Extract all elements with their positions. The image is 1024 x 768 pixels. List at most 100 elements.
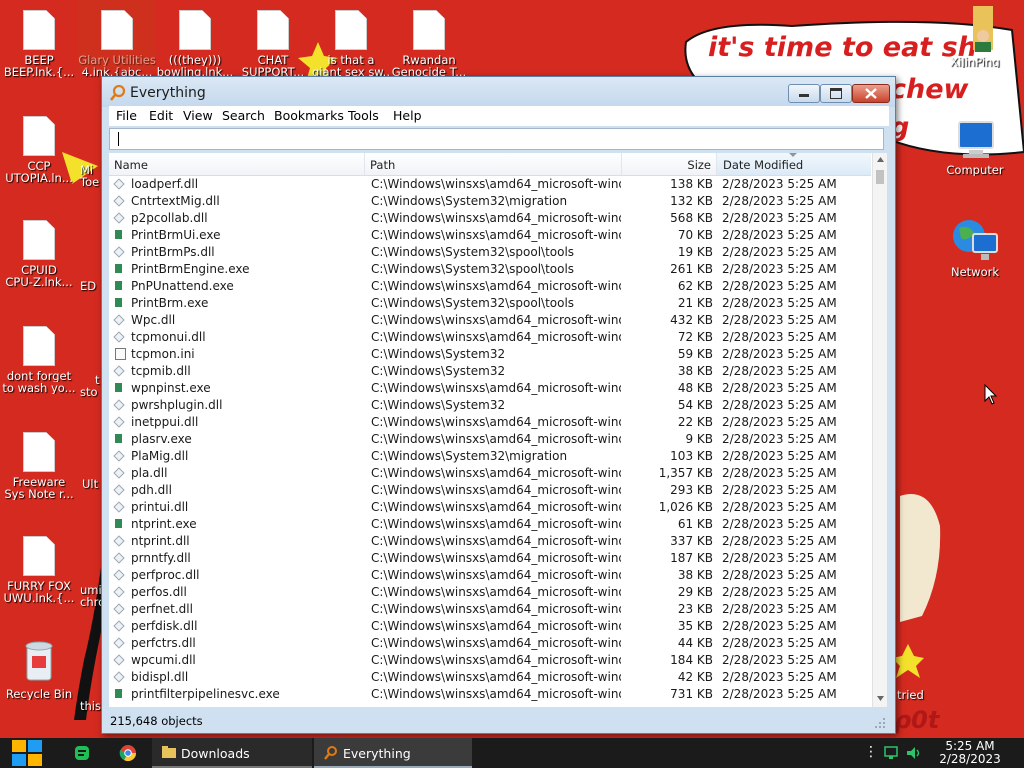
status-text: 215,648 objects [110, 714, 203, 728]
table-row[interactable]: plasrv.exe C:\Windows\winsxs\amd64_micros… [109, 431, 871, 448]
column-separator[interactable] [364, 153, 365, 175]
column-header-size[interactable]: Size [621, 158, 711, 172]
start-button[interactable] [0, 738, 52, 768]
menu-file[interactable]: File [116, 108, 137, 123]
desktop-icon-col2-1[interactable]: Mi Toe [80, 164, 99, 188]
column-header-path[interactable]: Path [370, 158, 395, 172]
desktop-icon-ccp-utopia[interactable]: CCP UTOPIA.ln... [0, 116, 78, 184]
menu-help[interactable]: Help [393, 108, 422, 123]
table-row[interactable]: pdh.dll C:\Windows\winsxs\amd64_microsoft… [109, 482, 871, 499]
desktop-icon-glary-utilities[interactable]: Glary Utilities 4.lnk.{abc... [78, 0, 156, 78]
table-row[interactable]: tcpmonui.dll C:\Windows\winsxs\amd64_micr… [109, 329, 871, 346]
taskbar-downloads[interactable]: Downloads [152, 738, 312, 768]
results-list[interactable]: Name Path Size Date Modified loadperf.dl… [109, 153, 887, 707]
volume-icon[interactable] [906, 746, 922, 760]
table-row[interactable]: printfilterpipelinesvc.exe C:\Windows\win… [109, 686, 871, 703]
file-name-cell: PnPUnattend.exe [131, 279, 234, 293]
desktop-icon-network[interactable]: Network [936, 216, 1014, 278]
table-row[interactable]: inetppui.dll C:\Windows\winsxs\amd64_micr… [109, 414, 871, 431]
table-row[interactable]: wpnpinst.exe C:\Windows\winsxs\amd64_micr… [109, 380, 871, 397]
file-name-cell: pwrshplugin.dll [131, 398, 223, 412]
table-row[interactable]: CntrtextMig.dll C:\Windows\System32\migra… [109, 193, 871, 210]
desktop-icon-dont-forget[interactable]: dont forget to wash yo... [0, 326, 78, 394]
file-size-cell: 187 KB [670, 551, 713, 565]
vertical-scrollbar[interactable] [872, 153, 887, 707]
table-row[interactable]: PrintBrmEngine.exe C:\Windows\System32\sp… [109, 261, 871, 278]
file-date-cell: 2/28/2023 5:25 AM [722, 619, 837, 633]
desktop-icon-chat-support[interactable]: CHAT SUPPORT... [234, 10, 312, 78]
table-row[interactable]: pwrshplugin.dll C:\Windows\System32 54 KB 2… [109, 397, 871, 414]
minimize-button[interactable] [788, 84, 820, 103]
table-row[interactable]: PnPUnattend.exe C:\Windows\winsxs\amd64_m… [109, 278, 871, 295]
icon-label: Ult [82, 477, 99, 491]
clock[interactable]: 5:25 AM 2/28/2023 [930, 740, 1010, 766]
sort-descending-icon [789, 153, 797, 157]
desktop-icon-col2-6[interactable]: this [80, 700, 101, 712]
file-path-cell: C:\Windows\winsxs\amd64_microsoft-wind..… [371, 415, 621, 429]
table-row[interactable]: ntprint.exe C:\Windows\winsxs\amd64_micro… [109, 516, 871, 533]
table-row[interactable]: perfnet.dll C:\Windows\winsxs\amd64_micro… [109, 601, 871, 618]
table-row[interactable]: perfctrs.dll C:\Windows\winsxs\amd64_micr… [109, 635, 871, 652]
scrollbar-thumb[interactable] [876, 170, 884, 184]
desktop-icon-col2-4[interactable]: Ult [82, 478, 98, 490]
magnifier-app-icon [110, 85, 126, 101]
desktop-icon-xijinping[interactable]: XiJinPing [936, 6, 1014, 68]
exe-file-icon [115, 434, 122, 443]
table-row[interactable]: Wpc.dll C:\Windows\winsxs\amd64_microsoft… [109, 312, 871, 329]
table-row[interactable]: p2pcollab.dll C:\Windows\winsxs\amd64_mic… [109, 210, 871, 227]
resize-grip-icon[interactable] [874, 717, 886, 729]
table-row[interactable]: PrintBrmUi.exe C:\Windows\winsxs\amd64_mi… [109, 227, 871, 244]
table-row[interactable]: tcpmib.dll C:\Windows\System32 38 KB 2/28/2… [109, 363, 871, 380]
document-icon [23, 220, 55, 260]
table-row[interactable]: perfproc.dll C:\Windows\winsxs\amd64_micr… [109, 567, 871, 584]
desktop-icon-computer[interactable]: Computer [936, 120, 1014, 176]
desktop-icon-col2-3[interactable]: t sto [80, 374, 100, 398]
maximize-icon [830, 88, 842, 99]
table-row[interactable]: wpcumi.dll C:\Windows\winsxs\amd64_micros… [109, 652, 871, 669]
table-row[interactable]: prnntfy.dll C:\Windows\winsxs\amd64_micro… [109, 550, 871, 567]
table-row[interactable]: loadperf.dll C:\Windows\winsxs\amd64_micr… [109, 176, 871, 193]
table-row[interactable]: PrintBrmPs.dll C:\Windows\System32\spool\… [109, 244, 871, 261]
table-row[interactable]: ntprint.dll C:\Windows\winsxs\amd64_micro… [109, 533, 871, 550]
speech-text-2: chew [890, 74, 969, 105]
menu-edit[interactable]: Edit [149, 108, 173, 123]
table-row[interactable]: pla.dll C:\Windows\winsxs\amd64_microsoft… [109, 465, 871, 482]
title-bar[interactable]: Everything [102, 77, 895, 107]
desktop-icon-they-bowling[interactable]: (((they))) bowling.lnk... [156, 10, 234, 78]
table-row[interactable]: perfos.dll C:\Windows\winsxs\amd64_micros… [109, 584, 871, 601]
desktop-icon-rwandan[interactable]: Rwandan Genocide T... [390, 10, 468, 78]
close-button[interactable] [852, 84, 890, 103]
menu-search[interactable]: Search [222, 108, 265, 123]
close-icon [865, 88, 877, 99]
desktop-icon-recycle-bin[interactable]: Recycle Bin [0, 638, 78, 700]
desktop-icon-beep[interactable]: BEEP BEEP.lnk.{... [0, 10, 78, 78]
network-tray-icon[interactable] [884, 746, 900, 760]
scroll-up-icon[interactable] [877, 157, 884, 162]
desktop-icon-freeware[interactable]: Freeware Sys Note r... [0, 432, 78, 500]
desktop-icon-cpuid[interactable]: CPUID CPU-Z.lnk... [0, 220, 78, 288]
desktop-icon-furry-fox[interactable]: FURRY FOX UWU.lnk.{... [0, 536, 78, 604]
desktop-icon-col2-2[interactable]: ED [80, 280, 96, 292]
menu-bookmarks[interactable]: Bookmarks [274, 108, 344, 123]
column-header-date[interactable]: Date Modified [723, 158, 803, 172]
search-input[interactable] [109, 128, 884, 150]
table-row[interactable]: bidispl.dll C:\Windows\winsxs\amd64_micro… [109, 669, 871, 686]
mouse-cursor-icon [984, 384, 998, 405]
table-row[interactable]: perfdisk.dll C:\Windows\winsxs\amd64_micr… [109, 618, 871, 635]
table-row[interactable]: PrintBrm.exe C:\Windows\System32\spool\to… [109, 295, 871, 312]
maximize-button[interactable] [820, 84, 852, 103]
table-row[interactable]: tcpmon.ini C:\Windows\System32 59 KB 2/28/2… [109, 346, 871, 363]
file-date-cell: 2/28/2023 5:25 AM [722, 670, 837, 684]
menu-tools[interactable]: Tools [348, 108, 379, 123]
table-row[interactable]: PlaMig.dll C:\Windows\System32\migration 1… [109, 448, 871, 465]
taskbar-chrome[interactable] [108, 738, 148, 768]
table-row[interactable]: printui.dll C:\Windows\winsxs\amd64_micro… [109, 499, 871, 516]
taskbar-everything[interactable]: Everything [314, 738, 472, 768]
taskbar-app-green[interactable] [62, 738, 102, 768]
more-icon[interactable]: ⋮ [864, 744, 878, 760]
desktop-icon-is-that-a[interactable]: is that a giant sex sw... [312, 10, 390, 78]
menu-view[interactable]: View [183, 108, 213, 123]
file-date-cell: 2/28/2023 5:25 AM [722, 517, 837, 531]
scroll-down-icon[interactable] [877, 696, 884, 701]
column-header-name[interactable]: Name [114, 158, 148, 172]
